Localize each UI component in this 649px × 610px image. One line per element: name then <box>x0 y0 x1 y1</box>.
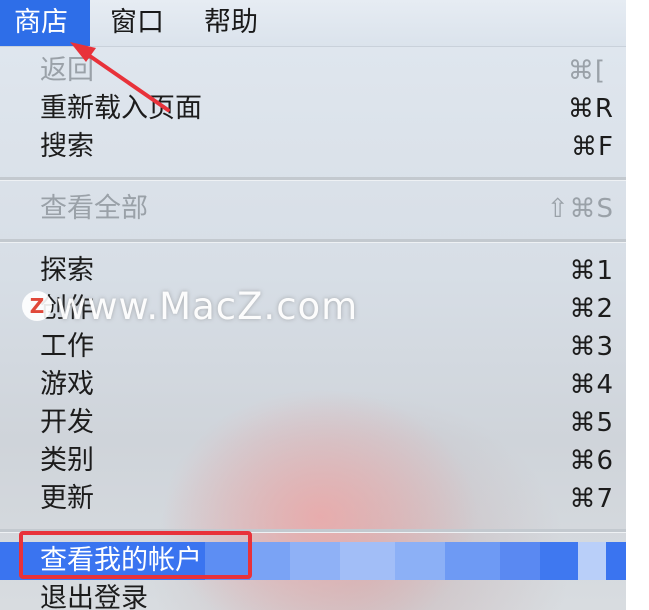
screenshot: 商店 窗口 帮助 返回 ⌘[ 重新载入页面 ⌘R 搜索 ⌘F 查看全部 ⇧⌘S … <box>0 0 649 610</box>
annotation-arrow-icon <box>70 42 170 112</box>
